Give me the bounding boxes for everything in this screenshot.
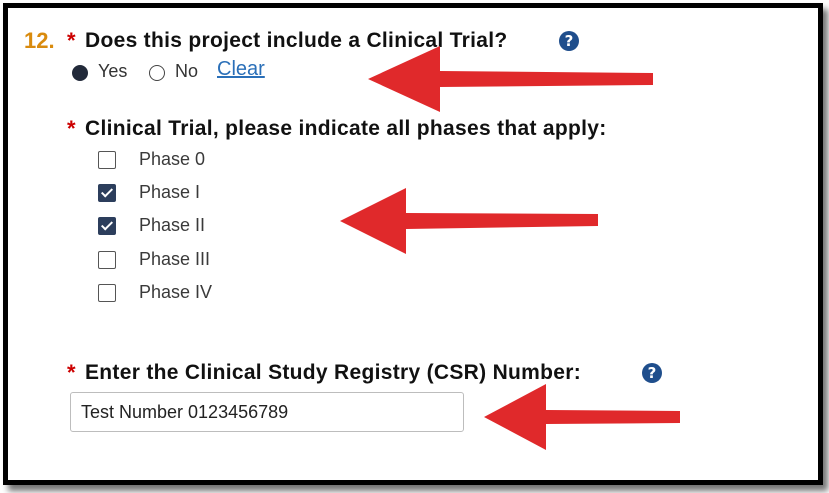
arrow-icon [368,46,653,112]
arrow-icon [484,384,680,450]
checkbox-phase-i[interactable] [98,184,116,202]
radio-no[interactable] [149,65,165,81]
checkbox-phase-iii[interactable] [98,251,116,269]
help-icon[interactable]: ? [642,363,662,383]
csr-question-title: Enter the Clinical Study Registry (CSR) … [85,361,582,384]
question-number: 12. [24,28,55,53]
screenshot-frame: 12. * Does this project include a Clinic… [3,3,823,485]
required-marker: * [67,360,76,385]
radio-yes[interactable] [72,65,88,81]
checkbox-label: Phase 0 [139,149,206,169]
required-marker: * [67,116,76,141]
radio-no-label: No [175,61,199,81]
csr-number-input[interactable] [70,392,464,432]
checkbox-phase-0[interactable] [98,151,116,169]
checkbox-label: Phase I [139,182,201,202]
radio-yes-label: Yes [98,61,128,81]
checkbox-label: Phase IV [139,282,213,302]
checkbox-phase-ii[interactable] [98,217,116,235]
checkbox-label: Phase II [139,215,206,235]
clear-link[interactable]: Clear [217,58,265,81]
required-marker: * [67,28,76,53]
phases-question-title: Clinical Trial, please indicate all phas… [85,117,607,140]
arrow-icon [340,188,598,254]
checkbox-phase-iv[interactable] [98,284,116,302]
checkbox-label: Phase III [139,249,211,269]
